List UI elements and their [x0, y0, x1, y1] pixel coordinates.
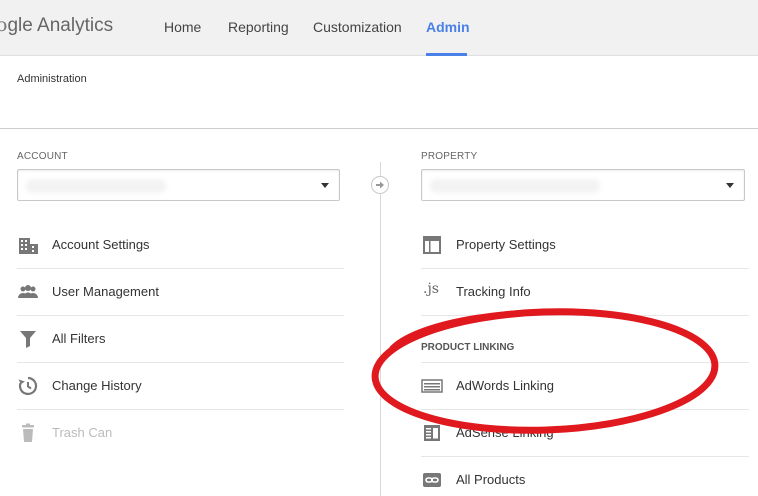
trash-can-label: Trash Can [52, 425, 113, 440]
chevron-down-icon [321, 183, 329, 188]
arrow-right-icon [371, 176, 389, 194]
nav-home[interactable]: Home [164, 19, 201, 35]
property-header: PROPERTY [421, 151, 478, 162]
account-select-value [26, 179, 166, 193]
adwords-icon [421, 375, 443, 397]
all-filters-item[interactable]: All Filters [17, 316, 344, 362]
property-select[interactable] [421, 169, 745, 201]
adwords-linking-label: AdWords Linking [456, 378, 555, 393]
account-select[interactable] [17, 169, 340, 201]
top-bar: ogle Analytics Home Reporting Customizat… [0, 0, 758, 56]
change-history-label: Change History [52, 378, 142, 393]
page-title: Administration [17, 73, 87, 85]
property-settings-label: Property Settings [456, 237, 556, 252]
adsense-linking-label: AdSense Linking [456, 425, 554, 440]
trash-icon [17, 422, 39, 444]
all-products-label: All Products [456, 472, 526, 487]
change-history-item[interactable]: Change History [17, 363, 344, 409]
adwords-linking-item[interactable]: AdWords Linking [421, 363, 749, 409]
account-settings-label: Account Settings [52, 237, 150, 252]
tracking-info-label: Tracking Info [456, 284, 531, 299]
window-icon [421, 234, 443, 256]
chevron-down-icon [726, 183, 734, 188]
user-management-item[interactable]: User Management [17, 269, 344, 315]
user-management-label: User Management [52, 284, 159, 299]
logo-text: gle Analytics [7, 15, 114, 36]
active-tab-indicator [426, 53, 467, 56]
property-select-value [430, 179, 600, 193]
account-settings-item[interactable]: Account Settings [17, 222, 344, 268]
account-header: ACCOUNT [17, 151, 68, 162]
nav-customization[interactable]: Customization [313, 19, 402, 35]
js-icon: .js [421, 281, 443, 303]
property-settings-item[interactable]: Property Settings [421, 222, 749, 268]
all-filters-label: All Filters [52, 331, 106, 346]
app-logo[interactable]: ogle Analytics [0, 14, 113, 37]
users-icon [17, 281, 39, 303]
filter-icon [17, 328, 39, 350]
column-divider [380, 162, 381, 496]
adsense-icon [421, 422, 443, 444]
tracking-info-item[interactable]: .js Tracking Info [421, 269, 749, 315]
nav-admin[interactable]: Admin [426, 19, 470, 35]
header-divider [0, 128, 758, 129]
history-icon [17, 375, 39, 397]
js-icon-text: .js [423, 281, 439, 297]
trash-can-item: Trash Can [17, 410, 344, 456]
item-divider [421, 315, 749, 316]
building-icon [17, 234, 39, 256]
link-icon [421, 469, 443, 491]
all-products-item[interactable]: All Products [421, 457, 749, 496]
adsense-linking-item[interactable]: AdSense Linking [421, 410, 749, 456]
nav-reporting[interactable]: Reporting [228, 19, 289, 35]
product-linking-header: PRODUCT LINKING [421, 342, 515, 353]
